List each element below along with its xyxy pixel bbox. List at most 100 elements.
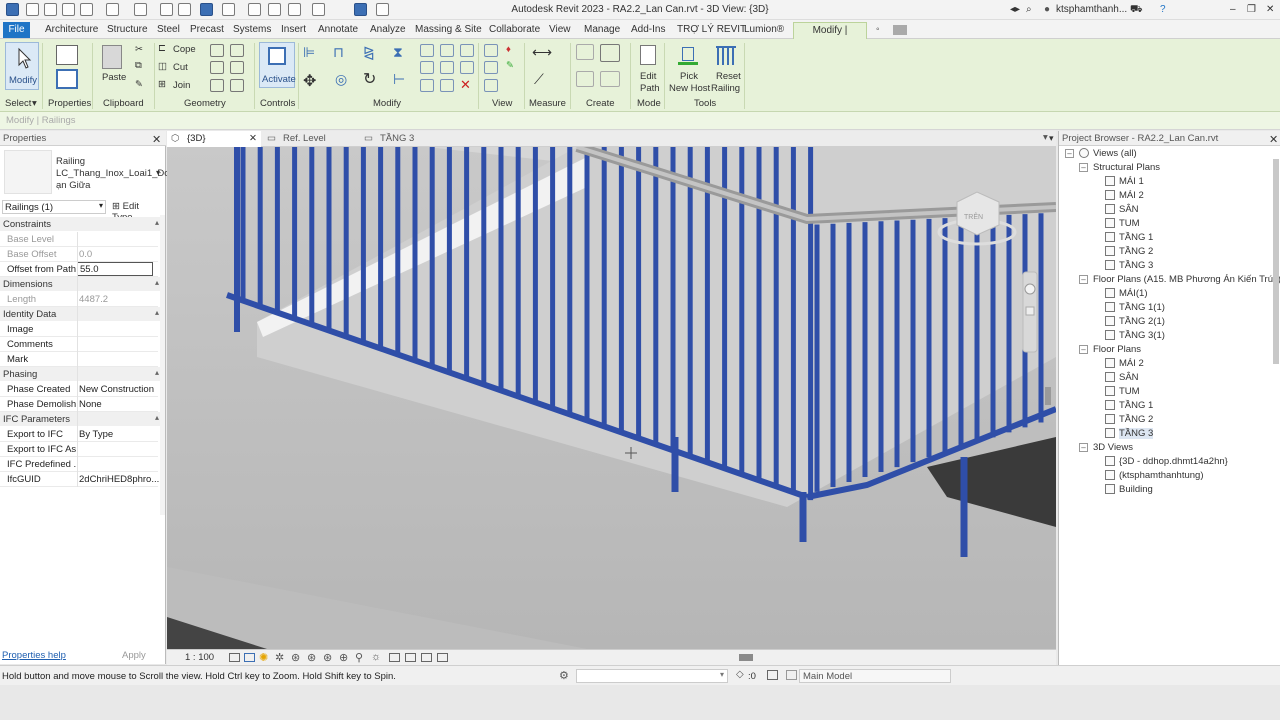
shadows-icon[interactable]: ✲ [275,651,284,664]
tab-file[interactable]: File [3,22,30,38]
reset-railing-label-2[interactable]: Railing [711,83,740,94]
copy-icon[interactable]: ⧉ [135,60,142,71]
type-name-2[interactable]: ạn Giữa [56,180,90,191]
viewport-scroll-thumb[interactable] [1045,387,1051,405]
copy-element-icon[interactable]: ◎ [335,71,347,88]
close-tab-icon[interactable]: ✕ [249,133,257,144]
tree-view-item[interactable]: MÁI 2 [1105,190,1144,201]
analytical-model-icon[interactable] [405,653,416,662]
collapse-views-icon[interactable]: – [1065,149,1074,158]
array-icon[interactable] [420,61,434,74]
collapse-group-icon[interactable]: – [1079,443,1088,452]
remove-paint-icon[interactable] [230,79,244,92]
tree-view-item[interactable]: SÂN [1105,204,1139,215]
match-type-icon[interactable]: ✎ [135,79,143,90]
tab-insert[interactable]: Insert [281,24,306,35]
tree-view-item[interactable]: MÁI 2 [1105,358,1144,369]
family-name[interactable]: Railing [56,156,85,167]
filter-icon[interactable]: ✎ [506,60,514,71]
tab-3d-view[interactable]: ⬡ {3D} ✕ [167,131,261,147]
move-icon[interactable]: ✥ [303,71,316,91]
horizontal-scroll-thumb[interactable] [739,654,753,661]
tab-lumion[interactable]: Lumion® [744,24,784,35]
create-group-icon[interactable] [576,71,594,87]
tree-view-item[interactable]: TUM [1105,218,1140,229]
show-crop-icon[interactable]: ⊛ [323,651,332,664]
collapse-section-icon[interactable]: ▴ [155,218,159,227]
temp-view-icon[interactable] [389,653,400,662]
cart-icon[interactable]: ⛟ [1130,4,1143,17]
type-dropdown-icon[interactable]: ▾ [156,168,160,177]
tree-view-item[interactable]: TUM [1105,386,1140,397]
design-options-icon[interactable] [767,670,778,680]
properties-help-link[interactable]: Properties help [2,650,66,661]
tab-collaborate[interactable]: Collaborate [489,24,540,35]
tree-view-item[interactable]: TẦNG 1 [1105,232,1153,243]
detail-level-icon[interactable] [229,653,240,662]
property-value[interactable]: New Construction [79,384,154,395]
view-option-icon[interactable] [484,79,498,92]
design-options-toggle-icon[interactable] [786,670,797,680]
tab-analyze[interactable]: Analyze [370,24,406,35]
restore-icon[interactable]: ❐ [1247,4,1256,15]
tree-view-item[interactable]: TẦNG 1 [1105,400,1153,411]
close-properties-icon[interactable]: ✕ [152,133,161,146]
mirror-draw-icon[interactable]: ⧗ [393,44,403,61]
browser-scrollbar[interactable] [1273,159,1279,364]
tab-annotate[interactable]: Annotate [318,24,358,35]
paint-icon[interactable] [210,61,224,74]
cope-icon[interactable]: ⊏ [158,43,166,54]
cut-geometry-icon[interactable]: ◫ [158,61,167,72]
scale-icon[interactable] [460,44,474,57]
tree-view-item[interactable]: {3D - ddhop.dhmt14a2hn} [1105,456,1228,467]
tab-modify-railings[interactable]: Modify | Railings [793,22,867,51]
edit-type-button[interactable]: ⊞ Edit Type [110,200,162,223]
reset-railing-icon[interactable] [715,43,737,67]
tree-view-item[interactable]: TẦNG 2 [1105,246,1153,257]
section-ifc-parameters[interactable]: IFC Parameters ▴ [0,412,162,426]
group-select-label[interactable]: Select [5,98,31,109]
tree-view-item[interactable]: TẦNG 1(1) [1105,302,1165,313]
collapse-section-icon[interactable]: ▴ [155,413,159,422]
active-model-dropdown[interactable]: Main Model [799,669,951,683]
tree-group[interactable]: Floor Plans (A15. MB Phương Án Kiến Trúc… [1093,274,1280,285]
constraints-icon[interactable] [421,653,432,662]
rotate-icon[interactable]: ↻ [363,69,376,89]
pick-new-host-label-1[interactable]: Pick [680,71,698,82]
tab-ref-level[interactable]: ▭ Ref. Level [263,131,358,147]
sun-path-icon[interactable]: ✺ [259,651,268,664]
browser-menu-icon[interactable]: ▾ [1049,133,1054,144]
tree-views-root[interactable]: Views (all) [1079,148,1137,159]
pick-new-host-label-2[interactable]: New Host [669,83,710,94]
edit-path-button[interactable] [638,43,658,67]
properties-scrollbar[interactable] [160,215,165,515]
split-gap-icon[interactable] [440,44,454,57]
tab-view[interactable]: View [549,24,571,35]
tree-view-item[interactable]: SÂN [1105,372,1139,383]
delete-icon[interactable]: ✕ [460,77,471,93]
collapse-section-icon[interactable]: ▴ [155,368,159,377]
tab-tang-3[interactable]: ▭ TẦNG 3 [360,131,455,147]
tab-manage[interactable]: Manage [584,24,620,35]
property-row[interactable]: Mark [0,352,158,367]
activate-button[interactable]: Activate [259,42,296,88]
join-icon[interactable]: ⊞ [158,79,166,90]
collapse-group-icon[interactable]: – [1079,275,1088,284]
property-value-input[interactable]: 55.0 [77,262,153,276]
edit-path-label-1[interactable]: Edit [640,71,656,82]
property-value[interactable]: By Type [79,429,113,440]
trim-multiple-icon[interactable] [420,79,434,92]
tab-massing-site[interactable]: Massing & Site [415,24,482,35]
measure-between-icon[interactable]: ⟷ [532,44,552,61]
join-label[interactable]: Join [173,80,190,91]
nav-arrows-icon[interactable]: ◂▸ [1010,4,1020,15]
user-icon[interactable]: ● [1044,4,1050,15]
cut-label[interactable]: Cut [173,62,188,73]
hide-element-icon[interactable]: ♦ [506,44,511,55]
aligned-dimension-icon[interactable]: ⟋ [534,71,544,88]
property-row[interactable]: Export to IFC As [0,442,158,457]
tab-architecture[interactable]: Architecture [45,24,98,35]
lock-view-icon[interactable]: ⊕ [339,651,348,664]
property-row[interactable]: Image [0,322,158,337]
properties-icon[interactable] [56,69,78,89]
